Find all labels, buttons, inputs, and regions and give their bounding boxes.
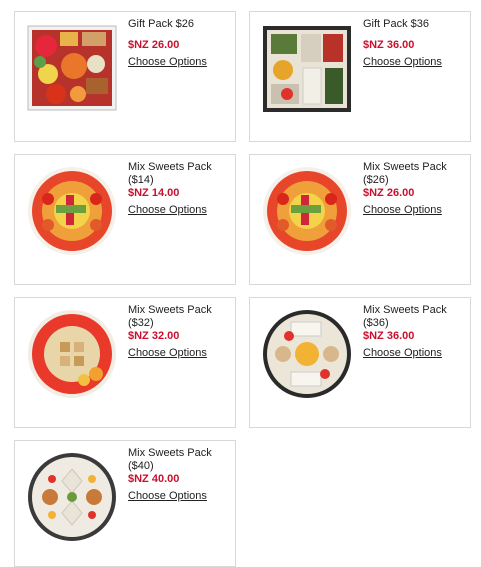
product-image[interactable] [26,22,118,114]
choose-options-link[interactable]: Choose Options [128,204,207,217]
choose-options-link[interactable]: Choose Options [363,204,442,217]
choose-options-link[interactable]: Choose Options [128,347,207,360]
product-image[interactable] [261,165,353,257]
product-price: $NZ 32.00 [128,330,180,342]
product-card[interactable]: Mix Sweets Pack ($40) $NZ 40.00 Choose O… [14,440,236,567]
product-name[interactable]: Gift Pack $36 [363,18,467,31]
product-price: $NZ 36.00 [363,39,415,51]
product-image[interactable] [261,308,353,400]
product-price: $NZ 26.00 [128,39,180,51]
choose-options-link[interactable]: Choose Options [128,490,207,503]
product-card[interactable]: Mix Sweets Pack ($36) $NZ 36.00 Choose O… [249,297,471,428]
product-price: $NZ 40.00 [128,473,180,485]
product-name[interactable]: Mix Sweets Pack ($14) [128,161,232,187]
product-name[interactable]: Mix Sweets Pack ($40) [128,447,232,473]
product-name[interactable]: Gift Pack $26 [128,18,232,31]
product-card[interactable]: Gift Pack $36 $NZ 36.00 Choose Options [249,11,471,142]
product-name[interactable]: Mix Sweets Pack ($26) [363,161,467,187]
product-price: $NZ 36.00 [363,330,415,342]
product-card[interactable]: Mix Sweets Pack ($14) $NZ 14.00 Choose O… [14,154,236,285]
product-card[interactable]: Gift Pack $26 $NZ 26.00 Choose Options [14,11,236,142]
product-price: $NZ 26.00 [363,187,415,199]
product-card[interactable]: Mix Sweets Pack ($32) $NZ 32.00 Choose O… [14,297,236,428]
choose-options-link[interactable]: Choose Options [128,56,207,69]
product-image[interactable] [261,22,353,114]
product-image[interactable] [26,308,118,400]
product-name[interactable]: Mix Sweets Pack ($32) [128,304,232,330]
choose-options-link[interactable]: Choose Options [363,347,442,360]
product-image[interactable] [26,165,118,257]
product-image[interactable] [26,451,118,543]
product-name[interactable]: Mix Sweets Pack ($36) [363,304,467,330]
product-price: $NZ 14.00 [128,187,180,199]
choose-options-link[interactable]: Choose Options [363,56,442,69]
product-card[interactable]: Mix Sweets Pack ($26) $NZ 26.00 Choose O… [249,154,471,285]
